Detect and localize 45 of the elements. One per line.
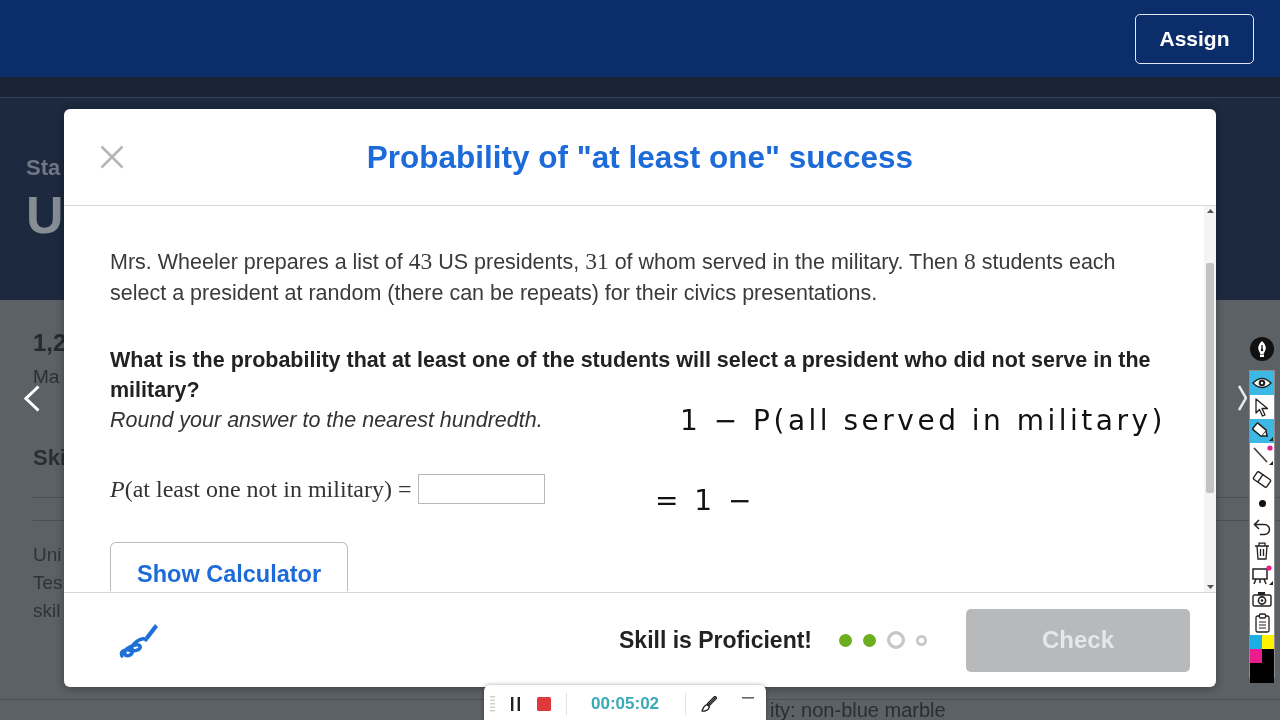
chevron-right-icon[interactable] (1238, 385, 1247, 411)
dot-icon (1258, 499, 1266, 507)
assign-button[interactable]: Assign (1135, 13, 1254, 64)
brush-icon[interactable] (701, 696, 718, 712)
scroll-down-icon[interactable] (1206, 585, 1214, 589)
show-calculator-button[interactable]: Show Calculator (110, 542, 349, 591)
scrollbar[interactable] (1204, 206, 1216, 592)
dialog-title: Probability of "at least one" success (366, 138, 914, 176)
pause-icon[interactable] (511, 697, 520, 711)
pen-icon (1251, 445, 1273, 465)
tool-button[interactable] (1250, 371, 1274, 395)
trash-icon (1254, 542, 1270, 560)
scroll-up-icon[interactable] (1206, 209, 1214, 213)
timer-text: 00:05:02 (591, 694, 660, 714)
tool-button[interactable] (1250, 419, 1274, 443)
swatch-icon[interactable] (1250, 663, 1274, 683)
question-text: What is the probability that at least one of the students will select a president who did not serve in the military? (110, 347, 1152, 404)
camera-icon (1252, 591, 1272, 607)
eye-icon (1252, 377, 1272, 389)
swatch-icon[interactable] (1250, 649, 1262, 663)
cursor-arrow-icon (1255, 397, 1269, 417)
handwritten-note: 1 − P(all served in military) (680, 406, 1166, 436)
undo-icon (1253, 518, 1271, 536)
instruction-text: Round your answer to the nearest hundredth. (110, 407, 543, 434)
swatch-icon[interactable] (1262, 635, 1274, 649)
problem-text: Mrs. Wheeler prepares a list of 43 US presidents, 31 of whom served in the military. Then 8 students each select a president at random (there can be repeats) for their civics presentations. (110, 247, 1117, 307)
title-text: U (26, 189, 64, 241)
close-icon (100, 145, 124, 169)
handwritten-note: = 1 − (655, 486, 756, 516)
answer-field[interactable] (418, 474, 546, 504)
chevron-left-icon[interactable] (24, 385, 40, 412)
minimize-icon[interactable] (742, 697, 755, 699)
tool-button[interactable] (1250, 443, 1274, 467)
heading-text: Sta (26, 155, 61, 181)
scrollbar-thumb[interactable] (1206, 263, 1214, 493)
equation-text: P(at least one not in military) = (110, 475, 412, 503)
drag-handle-icon[interactable] (490, 696, 495, 712)
eraser-icon (1252, 470, 1272, 488)
status-text: Skill is Proficient! (619, 626, 812, 654)
stat-value: 1,2 (33, 329, 67, 357)
swatch-icon[interactable] (1262, 649, 1274, 663)
swatch-icon[interactable] (1250, 635, 1262, 649)
tool-button[interactable] (1250, 563, 1274, 587)
clipboard-icon (1254, 613, 1270, 633)
pen-nib-logo-icon[interactable] (1250, 337, 1274, 361)
